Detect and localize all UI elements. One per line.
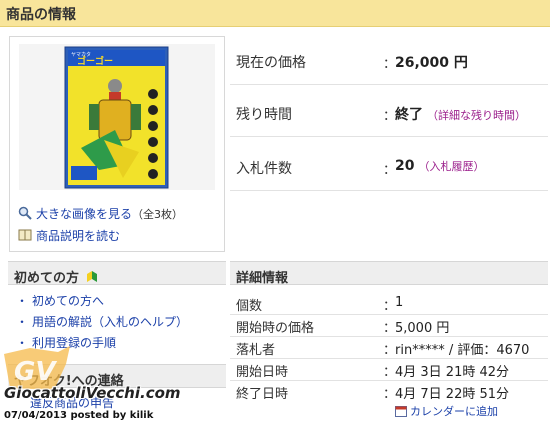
current-price-value: 26,000 円 (395, 52, 468, 72)
beginner-leaf-icon (86, 271, 97, 282)
bid-count-value: 20 （入札履歴） (395, 158, 484, 174)
start-date-label: 開始日時 (236, 365, 289, 380)
detailed-time-link[interactable]: （詳細な残り時間） (427, 109, 526, 122)
quantity-label: 個数 (236, 299, 263, 314)
beginner-section-header: 初めての方 (8, 261, 226, 286)
start-price-value: 5,000 円 (395, 321, 450, 336)
calendar-icon (395, 406, 407, 417)
box-title-text: ゴーゴー (77, 55, 113, 67)
current-price-amount: 26,000 円 (395, 55, 468, 71)
read-description-link[interactable]: 商品説明を読む (36, 229, 120, 243)
magnifier-icon (18, 206, 32, 220)
site-watermark: GiocattoliVecchi.com (4, 384, 181, 402)
divider (230, 136, 548, 137)
bid-count-number: 20 (395, 158, 415, 174)
winner-label: 落札者 (236, 343, 276, 358)
read-description-row[interactable]: 商品説明を読む (18, 227, 120, 244)
toy-box-photo: ヤマカタ ゴーゴー (19, 44, 215, 190)
book-icon (18, 228, 32, 242)
current-price-label: 現在の価格 (236, 55, 306, 71)
time-left-value: 終了 （詳細な残り時間） (395, 104, 526, 124)
bid-count-label: 入札件数 (236, 161, 292, 177)
posted-by-caption: 07/04/2013 posted by kilik (4, 410, 154, 421)
view-large-image-link[interactable]: 大きな画像を見る (36, 207, 132, 221)
divider (230, 84, 548, 85)
divider (230, 336, 548, 337)
details-section-header: 詳細情報 (230, 261, 548, 286)
beginner-section-title: 初めての方 (14, 267, 98, 286)
quantity-value: 1 (395, 295, 404, 310)
start-price-label: 開始時の価格 (236, 321, 315, 336)
time-left-status: 終了 (395, 107, 423, 123)
divider (230, 380, 548, 381)
menu-item-glossary[interactable]: ・用語の解説（入札のヘルプ） (16, 313, 188, 330)
divider (230, 358, 548, 359)
divider (230, 314, 548, 315)
bid-history-link[interactable]: （入札履歴） (418, 160, 484, 173)
view-large-image-row[interactable]: 大きな画像を見る（全3枚） (18, 205, 183, 222)
menu-item-first-time[interactable]: ・初めての方へ (16, 292, 104, 309)
section-title: 商品の情報 (6, 7, 76, 23)
section-header-bar: 商品の情報 (0, 0, 550, 27)
time-left-label: 残り時間 (236, 107, 292, 123)
winner-value[interactable]: rin***** / 評価：4670 (395, 339, 529, 358)
product-photo-panel: ヤマカタ ゴーゴー 大きな画像を見る（全3枚） 商品説明を読む (9, 36, 225, 252)
image-count: （全3枚） (132, 208, 184, 221)
end-date-label: 終了日時 (236, 387, 289, 402)
divider (230, 190, 548, 191)
details-section-title: 詳細情報 (236, 271, 289, 286)
product-image[interactable]: ヤマカタ ゴーゴー (19, 44, 215, 190)
add-to-calendar-link[interactable]: カレンダーに追加 (395, 403, 498, 419)
end-date-value: 4月 7日 22時 51分 (395, 387, 510, 402)
start-date-value: 4月 3日 21時 42分 (395, 365, 510, 380)
gv-logo-text: GV (14, 357, 57, 387)
